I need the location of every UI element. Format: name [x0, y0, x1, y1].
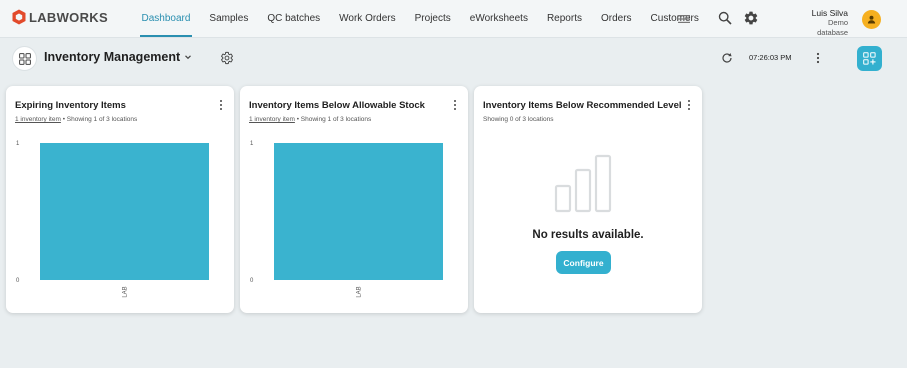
avatar[interactable]	[862, 10, 881, 29]
card-summary: 1 inventory item • Showing 1 of 3 locati…	[249, 116, 371, 123]
nav-dashboard[interactable]: Dashboard	[132, 0, 200, 38]
search-icon[interactable]	[718, 11, 732, 25]
x-tick-label: LAB	[123, 286, 129, 297]
chevron-down-icon[interactable]	[183, 52, 193, 62]
nav-customers[interactable]: Customers	[641, 0, 708, 38]
dashboard-settings-icon[interactable]	[220, 51, 234, 65]
nav-reports[interactable]: Reports	[537, 0, 591, 38]
dashboard-grid-icon	[18, 52, 31, 65]
nav-orders[interactable]: Orders	[591, 0, 641, 38]
below-allowable-stock-card: Inventory Items Below Allowable Stock 1 …	[240, 86, 468, 313]
more-vert-icon[interactable]	[218, 99, 224, 111]
card-title: Expiring Inventory Items	[15, 100, 126, 111]
nav-work-orders[interactable]: Work Orders	[330, 0, 406, 38]
more-vert-icon[interactable]	[686, 99, 692, 111]
card-title: Inventory Items Below Allowable Stock	[249, 100, 425, 111]
card-title: Inventory Items Below Recommended Level	[483, 100, 682, 111]
dashboard-switcher[interactable]	[12, 46, 37, 71]
bar[interactable]	[40, 143, 209, 280]
nav-eworksheets[interactable]: eWorksheets	[460, 0, 537, 38]
refresh-icon[interactable]	[721, 52, 733, 64]
page-title: Inventory Management	[44, 50, 181, 64]
location-summary: • Showing 1 of 3 locations	[294, 116, 372, 123]
below-recommended-level-card: Inventory Items Below Recommended Level …	[474, 86, 702, 313]
expiring-inventory-card: Expiring Inventory Items 1 inventory ite…	[6, 86, 234, 313]
labworks-logo-icon	[12, 9, 26, 25]
main-nav: Dashboard Samples QC batches Work Orders…	[132, 0, 708, 38]
y-tick-label: 1	[250, 141, 254, 147]
logo-text: LABWORKS	[29, 9, 108, 25]
inventory-item-link[interactable]: 1 inventory item	[15, 116, 61, 123]
gear-icon[interactable]	[743, 10, 759, 26]
location-summary: Showing 0 of 3 locations	[483, 116, 554, 123]
below-allowable-stock-chart: 0 1 LAB	[250, 141, 443, 298]
more-vert-icon[interactable]	[814, 51, 822, 65]
y-tick-label: 0	[250, 278, 254, 284]
card-summary: 1 inventory item • Showing 1 of 3 locati…	[15, 116, 137, 123]
database-label-line2: database	[817, 28, 848, 37]
nav-projects[interactable]: Projects	[405, 0, 460, 38]
expiring-inventory-chart: 0 1 LAB	[16, 141, 209, 298]
configure-button[interactable]: Configure	[556, 251, 611, 274]
database-label-line1: Demo	[827, 18, 848, 27]
empty-chart-icon	[554, 154, 612, 213]
nav-qc-batches[interactable]: QC batches	[258, 0, 330, 38]
y-tick-label: 0	[16, 278, 20, 284]
add-widget-icon	[863, 52, 876, 65]
nav-samples[interactable]: Samples	[200, 0, 258, 38]
user-info[interactable]: Luis Silva Demo database	[790, 8, 848, 38]
menu-icon[interactable]	[677, 12, 691, 26]
bar[interactable]	[274, 143, 443, 280]
top-navigation: LABWORKS Dashboard Samples QC batches Wo…	[0, 0, 907, 38]
add-widget-button[interactable]	[857, 46, 882, 71]
x-tick-label: LAB	[357, 286, 363, 297]
location-summary: • Showing 1 of 3 locations	[60, 116, 138, 123]
more-vert-icon[interactable]	[452, 99, 458, 111]
no-results-message: No results available.	[532, 229, 644, 241]
inventory-item-link[interactable]: 1 inventory item	[249, 116, 295, 123]
labworks-logo[interactable]: LABWORKS	[12, 9, 108, 25]
person-icon	[867, 15, 876, 24]
y-tick-label: 1	[16, 141, 20, 147]
user-name: Luis Silva	[811, 8, 848, 18]
clock-time: 07:26:03 PM	[749, 53, 792, 62]
